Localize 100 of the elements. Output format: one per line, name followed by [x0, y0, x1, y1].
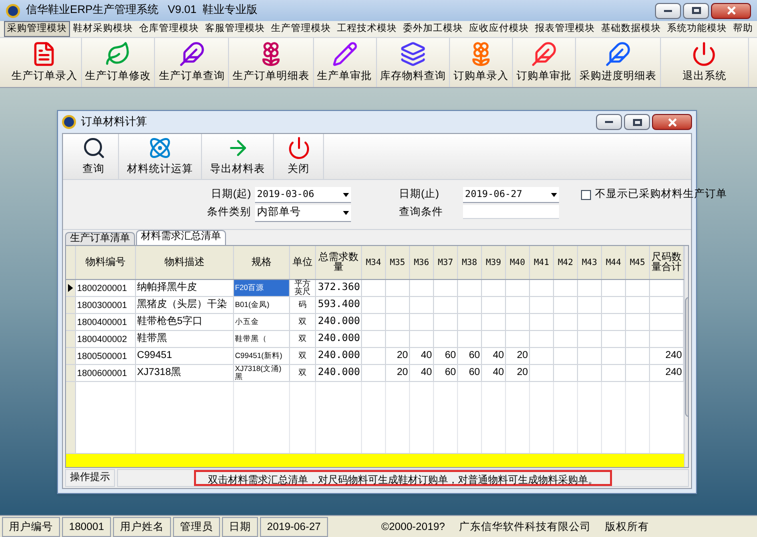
menu-item[interactable]: 鞋材采购模块 [70, 21, 136, 37]
menu-item[interactable]: 客服管理模块 [202, 21, 268, 37]
table-cell: 60 [434, 365, 458, 381]
status-text: 管理员 [173, 516, 220, 536]
menu-item[interactable]: 工程技术模块 [334, 21, 400, 37]
minimize-button[interactable] [655, 2, 681, 18]
toolbar-button[interactable]: 生产订单明细表 [229, 38, 314, 87]
menu-item[interactable]: 报表管理模块 [532, 21, 598, 37]
status-text: 版权所有 [604, 520, 650, 534]
toolbar-button[interactable]: 生产订单查询 [155, 38, 230, 87]
minimize-button[interactable] [596, 114, 622, 130]
search-icon [82, 136, 106, 160]
table-cell: 240.000 [316, 331, 362, 347]
date-field[interactable]: 2019-06-27 [463, 187, 559, 203]
window-title: 信华鞋业ERP生产管理系统 V9.01 鞋业专业版 [26, 2, 259, 18]
toolbar-button[interactable]: 查询 [69, 134, 119, 179]
table-cell: 60 [458, 365, 482, 381]
table-cell: 双 [290, 314, 316, 330]
column-header: 规格 [234, 246, 290, 279]
table-cell: 372.360 [316, 280, 362, 296]
column-header: 物料编号 [76, 246, 136, 279]
table-cell: 40 [482, 365, 506, 381]
table-cell: 码 [290, 297, 316, 313]
table-cell: 1800400001 [76, 314, 136, 330]
hint-label: 操作提示 [65, 469, 115, 487]
column-header: M39 [482, 246, 506, 279]
toolbar-button[interactable]: 订购单审批 [513, 38, 576, 87]
power-icon [286, 136, 310, 160]
column-header: M38 [458, 246, 482, 279]
status-text: ©2000-2019? [380, 520, 446, 534]
toolbar-button[interactable]: 生产单审批 [314, 38, 377, 87]
field-label: 查询条件 [399, 205, 444, 220]
close-button[interactable] [652, 114, 692, 130]
table-cell: 60 [434, 348, 458, 364]
column-header: 单位 [290, 246, 316, 279]
close-icon [668, 118, 676, 126]
table-cell: 双 [290, 348, 316, 364]
toolbar-button[interactable]: 退出系统 [660, 38, 749, 87]
row-selector[interactable] [66, 280, 76, 296]
leaf-icon [105, 40, 132, 67]
dropdown-arrow-icon [343, 210, 349, 215]
close-button[interactable] [711, 2, 751, 18]
table-cell: 20 [506, 365, 530, 381]
tab[interactable]: 材料需求汇总清单 [136, 230, 226, 245]
toolbar-button[interactable]: 订购单录入 [450, 38, 514, 87]
dropdown-arrow-icon [551, 192, 557, 197]
date-field[interactable]: 2019-03-06 [255, 187, 351, 203]
field-label: 条件类别 [206, 205, 251, 220]
status-text: 2019-06-27 [260, 516, 328, 536]
status-text: 180001 [62, 516, 112, 536]
layers-icon [400, 40, 426, 67]
hint-text: 双击材料需求汇总清单，对尺码物料可生成鞋材订购单，对普通物料可生成物料采购单。 [194, 470, 612, 486]
menu-item[interactable]: 帮助 [730, 21, 756, 37]
table-cell: 1800300001 [76, 297, 136, 313]
status-text: 广东信华软件科技有限公司 [458, 520, 592, 534]
column-header: M44 [602, 246, 626, 279]
column-header: M40 [506, 246, 530, 279]
menu-item[interactable]: 基础数据模块 [598, 21, 664, 37]
query-input[interactable] [463, 205, 559, 219]
table-cell: 1800500001 [76, 348, 136, 364]
toolbar-button[interactable]: 生产订单修改 [82, 38, 156, 87]
toolbar-button[interactable]: 库存物料查询 [376, 38, 450, 87]
checkbox-label: 不显示已采购材料生产订单 [595, 187, 727, 202]
column-header: M37 [434, 246, 458, 279]
menu-item[interactable]: 应收应付模块 [466, 21, 532, 37]
table-cell: 60 [458, 348, 482, 364]
dropdown-arrow-icon [343, 192, 349, 197]
menu-item[interactable]: 采购管理模块 [4, 21, 70, 37]
menu-item[interactable]: 仓库管理模块 [136, 21, 202, 37]
checkbox[interactable] [581, 190, 591, 200]
maximize-button[interactable] [683, 2, 709, 18]
status-text: 用户姓名 [113, 516, 172, 536]
menu-item[interactable]: 系统功能模块 [664, 21, 730, 37]
feather-icon [531, 40, 558, 67]
toolbar-button[interactable]: 生产订单录入 [8, 38, 82, 87]
table-cell: 240.000 [316, 314, 362, 330]
feather-icon [604, 40, 631, 67]
table-cell: 20 [506, 348, 530, 364]
column-header: M45 [626, 246, 650, 279]
maximize-button[interactable] [624, 114, 650, 130]
status-text: 日期 [222, 516, 258, 536]
toolbar-button[interactable]: 关闭 [274, 134, 324, 179]
column-header: M34 [362, 246, 386, 279]
toolbar-button[interactable]: 采购进度明细表 [576, 38, 661, 87]
toolbar-button[interactable]: 材料统计运算 [119, 134, 202, 179]
status-text: 用户编号 [2, 516, 60, 536]
table-cell: 1800600001 [76, 365, 136, 381]
table-cell: 20 [386, 365, 410, 381]
feather-icon [178, 40, 205, 67]
tab[interactable]: 生产订单清单 [65, 232, 135, 245]
condition-dropdown[interactable]: 内部单号 [255, 205, 351, 222]
table-cell: 593.400 [316, 297, 362, 313]
column-header: M43 [578, 246, 602, 279]
power-icon [691, 40, 718, 67]
toolbar-button[interactable]: 导出材料表 [202, 134, 274, 179]
menu-item[interactable]: 委外加工模块 [400, 21, 466, 37]
menu-item[interactable]: 生产管理模块 [268, 21, 334, 37]
table-cell: 40 [482, 348, 506, 364]
field-label: 日期(起) [210, 187, 251, 202]
table-cell: 平方英尺 [290, 280, 316, 296]
